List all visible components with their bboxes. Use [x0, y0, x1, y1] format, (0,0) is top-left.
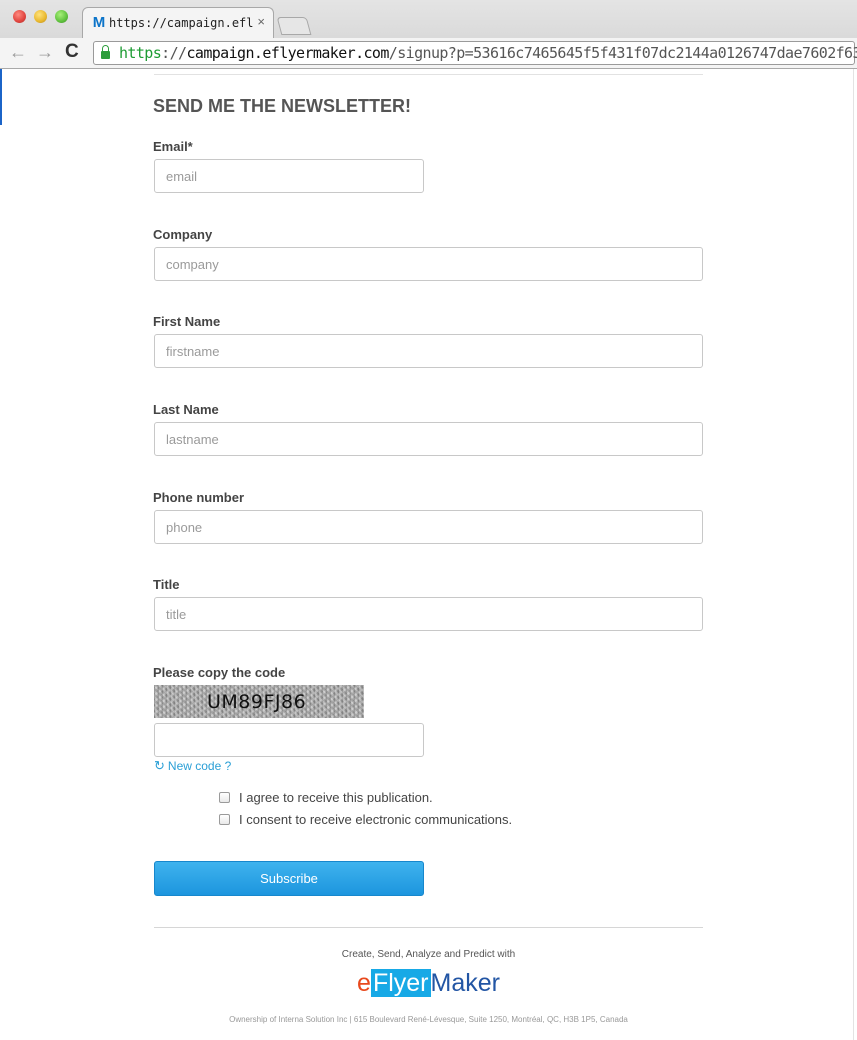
tab-close-icon[interactable]: × [257, 14, 265, 29]
lastname-field[interactable] [154, 422, 703, 456]
consent-label: I consent to receive electronic communic… [239, 812, 513, 827]
firstname-field[interactable] [154, 334, 703, 368]
company-label: Company [153, 227, 213, 242]
forward-arrow-icon[interactable]: → [36, 42, 54, 62]
footer-tagline: Create, Send, Analyze and Predict with [341, 949, 516, 960]
lock-icon [101, 45, 110, 59]
browser-chrome: M https://campaign.eflyerma × ← → C http… [0, 0, 857, 69]
reload-icon[interactable]: C [65, 42, 79, 62]
new-code-label: New code ? [167, 759, 232, 773]
back-arrow-icon[interactable]: ← [9, 42, 27, 62]
top-divider [154, 74, 703, 75]
captcha-field[interactable] [154, 723, 424, 757]
new-code-link[interactable]: ↻ New code ? [154, 758, 231, 774]
zoom-window-icon[interactable] [55, 10, 68, 23]
phone-label: Phone number [153, 490, 245, 505]
url-text[interactable]: https://campaign.eflyermaker.com/signup?… [119, 43, 857, 63]
lastname-label: Last Name [153, 402, 219, 417]
address-bar[interactable]: https://campaign.eflyermaker.com/signup?… [93, 41, 857, 65]
agree-row: I agree to receive this publication. [219, 790, 433, 805]
title-label: Title [153, 577, 180, 592]
consent-checkbox[interactable] [219, 814, 230, 825]
tab-title: https://campaign.eflyerma [109, 16, 254, 30]
consent-row: I consent to receive electronic communic… [219, 812, 512, 827]
subscribe-button[interactable]: Subscribe [154, 861, 424, 896]
email-field[interactable] [154, 159, 424, 193]
favicon-icon: M [92, 14, 106, 31]
agree-label: I agree to receive this publication. [239, 790, 433, 805]
logo-maker: Maker [430, 969, 500, 997]
page-scrollbar[interactable] [853, 69, 857, 1040]
company-field[interactable] [154, 247, 703, 281]
firstname-label: First Name [153, 314, 221, 329]
captcha-code: UM89FJ86 [207, 691, 307, 713]
url-separator: :// [161, 44, 187, 62]
url-path: /signup?p=53616c7465645f5f431f07dc2144a0… [388, 44, 857, 62]
eflyermaker-logo[interactable]: eFlyerMaker [154, 966, 703, 1000]
browser-toolbar: ← → C https://campaign.eflyermaker.com/s… [0, 38, 857, 68]
email-label: Email* [153, 139, 193, 154]
url-host: campaign.eflyermaker.com [186, 44, 389, 62]
window-edge [0, 69, 2, 125]
phone-field[interactable] [154, 510, 703, 544]
close-window-icon[interactable] [13, 10, 26, 23]
minimize-window-icon[interactable] [34, 10, 47, 23]
logo-flyer: Flyer [370, 969, 431, 997]
captcha-label: Please copy the code [153, 665, 286, 680]
captcha-image: UM89FJ86 [154, 685, 364, 718]
url-scheme: https [119, 44, 162, 62]
refresh-icon: ↻ [154, 758, 165, 773]
footer-divider [154, 927, 703, 928]
title-field[interactable] [154, 597, 703, 631]
form-title: SEND ME THE NEWSLETTER! [153, 96, 412, 116]
logo-e: e [357, 969, 371, 997]
agree-checkbox[interactable] [219, 792, 230, 803]
browser-tab[interactable]: M https://campaign.eflyerma × [82, 7, 274, 38]
new-tab-button[interactable] [276, 17, 312, 35]
footer-address: Ownership of Interna Solution Inc | 615 … [229, 1015, 628, 1024]
